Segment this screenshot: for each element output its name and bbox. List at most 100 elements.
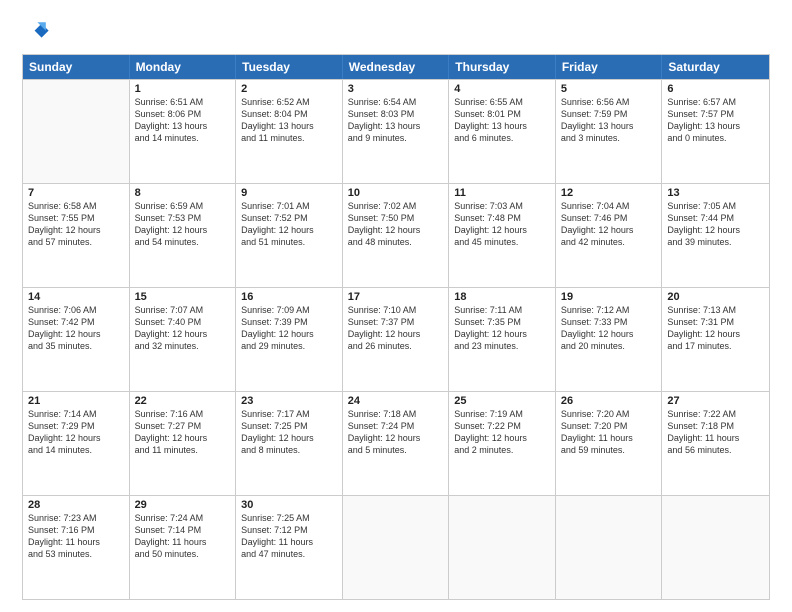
calendar-cell: 11Sunrise: 7:03 AM Sunset: 7:48 PM Dayli… [449,184,556,287]
cell-info: Sunrise: 6:59 AM Sunset: 7:53 PM Dayligh… [135,200,231,249]
cell-info: Sunrise: 6:51 AM Sunset: 8:06 PM Dayligh… [135,96,231,145]
calendar-cell: 1Sunrise: 6:51 AM Sunset: 8:06 PM Daylig… [130,80,237,183]
cell-info: Sunrise: 7:11 AM Sunset: 7:35 PM Dayligh… [454,304,550,353]
cell-info: Sunrise: 7:09 AM Sunset: 7:39 PM Dayligh… [241,304,337,353]
cell-date: 20 [667,291,764,303]
cell-date: 28 [28,499,124,511]
cell-info: Sunrise: 7:24 AM Sunset: 7:14 PM Dayligh… [135,512,231,561]
cell-info: Sunrise: 7:19 AM Sunset: 7:22 PM Dayligh… [454,408,550,457]
calendar-cell: 6Sunrise: 6:57 AM Sunset: 7:57 PM Daylig… [662,80,769,183]
calendar-week: 21Sunrise: 7:14 AM Sunset: 7:29 PM Dayli… [23,391,769,495]
cell-info: Sunrise: 6:54 AM Sunset: 8:03 PM Dayligh… [348,96,444,145]
cell-info: Sunrise: 6:58 AM Sunset: 7:55 PM Dayligh… [28,200,124,249]
calendar-header-cell: Tuesday [236,55,343,79]
cell-info: Sunrise: 7:03 AM Sunset: 7:48 PM Dayligh… [454,200,550,249]
cell-info: Sunrise: 7:23 AM Sunset: 7:16 PM Dayligh… [28,512,124,561]
cell-info: Sunrise: 6:55 AM Sunset: 8:01 PM Dayligh… [454,96,550,145]
cell-date: 10 [348,187,444,199]
calendar-cell: 19Sunrise: 7:12 AM Sunset: 7:33 PM Dayli… [556,288,663,391]
calendar-week: 1Sunrise: 6:51 AM Sunset: 8:06 PM Daylig… [23,79,769,183]
cell-date: 30 [241,499,337,511]
cell-date: 13 [667,187,764,199]
calendar-cell: 4Sunrise: 6:55 AM Sunset: 8:01 PM Daylig… [449,80,556,183]
cell-info: Sunrise: 7:05 AM Sunset: 7:44 PM Dayligh… [667,200,764,249]
cell-info: Sunrise: 7:10 AM Sunset: 7:37 PM Dayligh… [348,304,444,353]
cell-info: Sunrise: 7:06 AM Sunset: 7:42 PM Dayligh… [28,304,124,353]
calendar-cell: 9Sunrise: 7:01 AM Sunset: 7:52 PM Daylig… [236,184,343,287]
cell-info: Sunrise: 7:01 AM Sunset: 7:52 PM Dayligh… [241,200,337,249]
cell-date: 24 [348,395,444,407]
calendar-cell [23,80,130,183]
cell-date: 26 [561,395,657,407]
cell-date: 2 [241,83,337,95]
cell-date: 17 [348,291,444,303]
calendar-cell: 26Sunrise: 7:20 AM Sunset: 7:20 PM Dayli… [556,392,663,495]
logo [22,18,54,46]
cell-info: Sunrise: 6:56 AM Sunset: 7:59 PM Dayligh… [561,96,657,145]
cell-date: 22 [135,395,231,407]
cell-info: Sunrise: 7:17 AM Sunset: 7:25 PM Dayligh… [241,408,337,457]
cell-date: 7 [28,187,124,199]
cell-date: 19 [561,291,657,303]
calendar-cell: 20Sunrise: 7:13 AM Sunset: 7:31 PM Dayli… [662,288,769,391]
calendar-cell: 23Sunrise: 7:17 AM Sunset: 7:25 PM Dayli… [236,392,343,495]
calendar: SundayMondayTuesdayWednesdayThursdayFrid… [22,54,770,600]
calendar-header-row: SundayMondayTuesdayWednesdayThursdayFrid… [23,55,769,79]
calendar-header-cell: Thursday [449,55,556,79]
cell-info: Sunrise: 7:16 AM Sunset: 7:27 PM Dayligh… [135,408,231,457]
cell-date: 12 [561,187,657,199]
cell-info: Sunrise: 6:57 AM Sunset: 7:57 PM Dayligh… [667,96,764,145]
cell-date: 4 [454,83,550,95]
calendar-cell: 24Sunrise: 7:18 AM Sunset: 7:24 PM Dayli… [343,392,450,495]
calendar-week: 28Sunrise: 7:23 AM Sunset: 7:16 PM Dayli… [23,495,769,599]
calendar-cell: 7Sunrise: 6:58 AM Sunset: 7:55 PM Daylig… [23,184,130,287]
cell-date: 6 [667,83,764,95]
calendar-header-cell: Sunday [23,55,130,79]
cell-info: Sunrise: 7:02 AM Sunset: 7:50 PM Dayligh… [348,200,444,249]
cell-info: Sunrise: 7:14 AM Sunset: 7:29 PM Dayligh… [28,408,124,457]
calendar-cell: 17Sunrise: 7:10 AM Sunset: 7:37 PM Dayli… [343,288,450,391]
cell-date: 21 [28,395,124,407]
cell-info: Sunrise: 7:22 AM Sunset: 7:18 PM Dayligh… [667,408,764,457]
cell-date: 16 [241,291,337,303]
calendar-header-cell: Monday [130,55,237,79]
cell-info: Sunrise: 7:13 AM Sunset: 7:31 PM Dayligh… [667,304,764,353]
cell-info: Sunrise: 6:52 AM Sunset: 8:04 PM Dayligh… [241,96,337,145]
cell-date: 11 [454,187,550,199]
calendar-cell: 10Sunrise: 7:02 AM Sunset: 7:50 PM Dayli… [343,184,450,287]
cell-date: 1 [135,83,231,95]
calendar-cell: 12Sunrise: 7:04 AM Sunset: 7:46 PM Dayli… [556,184,663,287]
cell-date: 27 [667,395,764,407]
cell-date: 25 [454,395,550,407]
calendar-cell: 2Sunrise: 6:52 AM Sunset: 8:04 PM Daylig… [236,80,343,183]
calendar-cell: 14Sunrise: 7:06 AM Sunset: 7:42 PM Dayli… [23,288,130,391]
cell-info: Sunrise: 7:20 AM Sunset: 7:20 PM Dayligh… [561,408,657,457]
calendar-header-cell: Wednesday [343,55,450,79]
calendar-cell: 18Sunrise: 7:11 AM Sunset: 7:35 PM Dayli… [449,288,556,391]
cell-date: 18 [454,291,550,303]
logo-icon [22,18,50,46]
cell-info: Sunrise: 7:07 AM Sunset: 7:40 PM Dayligh… [135,304,231,353]
cell-date: 15 [135,291,231,303]
cell-info: Sunrise: 7:25 AM Sunset: 7:12 PM Dayligh… [241,512,337,561]
calendar-cell [662,496,769,599]
calendar-cell: 16Sunrise: 7:09 AM Sunset: 7:39 PM Dayli… [236,288,343,391]
calendar-cell: 21Sunrise: 7:14 AM Sunset: 7:29 PM Dayli… [23,392,130,495]
cell-date: 5 [561,83,657,95]
calendar-cell: 5Sunrise: 6:56 AM Sunset: 7:59 PM Daylig… [556,80,663,183]
calendar-header-cell: Friday [556,55,663,79]
calendar-cell: 13Sunrise: 7:05 AM Sunset: 7:44 PM Dayli… [662,184,769,287]
cell-info: Sunrise: 7:18 AM Sunset: 7:24 PM Dayligh… [348,408,444,457]
cell-date: 3 [348,83,444,95]
calendar-cell: 15Sunrise: 7:07 AM Sunset: 7:40 PM Dayli… [130,288,237,391]
calendar-week: 7Sunrise: 6:58 AM Sunset: 7:55 PM Daylig… [23,183,769,287]
cell-date: 29 [135,499,231,511]
calendar-cell [449,496,556,599]
calendar-cell [556,496,663,599]
cell-date: 14 [28,291,124,303]
calendar-cell: 29Sunrise: 7:24 AM Sunset: 7:14 PM Dayli… [130,496,237,599]
calendar-cell: 3Sunrise: 6:54 AM Sunset: 8:03 PM Daylig… [343,80,450,183]
calendar-cell: 30Sunrise: 7:25 AM Sunset: 7:12 PM Dayli… [236,496,343,599]
calendar-cell: 27Sunrise: 7:22 AM Sunset: 7:18 PM Dayli… [662,392,769,495]
cell-date: 9 [241,187,337,199]
